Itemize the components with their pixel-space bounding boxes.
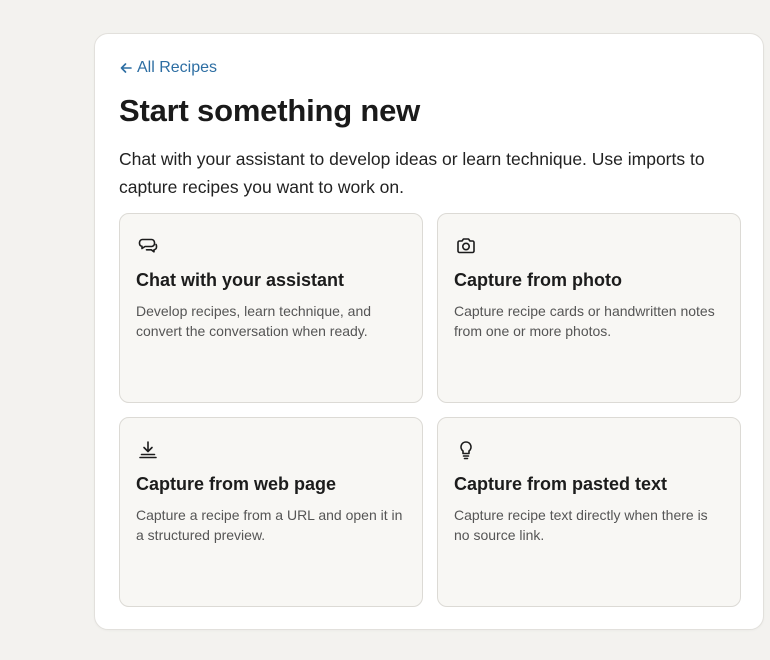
option-title: Capture from web page xyxy=(136,474,337,494)
page-title: Start something new xyxy=(119,93,421,128)
back-link-label: All Recipes xyxy=(137,59,218,76)
chat-bubbles-icon xyxy=(136,234,160,258)
option-title: Chat with your assistant xyxy=(136,270,345,290)
option-card-chat[interactable]: Chat with your assistant Develop recipes… xyxy=(119,213,423,403)
download-icon xyxy=(136,438,160,462)
option-title: Capture from pasted text xyxy=(454,474,668,494)
option-card-web-page[interactable]: Capture from web page Capture a recipe f… xyxy=(119,417,423,607)
option-card-photo[interactable]: Capture from photo Capture recipe cards … xyxy=(437,213,741,403)
page-intro: Chat with your assistant to develop idea… xyxy=(119,149,705,197)
option-description: Develop recipes, learn technique, and co… xyxy=(136,303,372,339)
options-grid: Chat with your assistant Develop recipes… xyxy=(119,213,741,607)
lightbulb-icon xyxy=(454,438,478,462)
camera-icon xyxy=(454,234,478,258)
option-description: Capture recipe text directly when there … xyxy=(454,507,708,543)
new-recipe-panel: All Recipes Start something new Chat wit… xyxy=(94,33,764,630)
option-description: Capture a recipe from a URL and open it … xyxy=(136,507,403,543)
option-card-pasted-text[interactable]: Capture from pasted text Capture recipe … xyxy=(437,417,741,607)
arrow-left-icon xyxy=(119,61,133,75)
all-recipes-back-link[interactable]: All Recipes xyxy=(119,59,217,77)
option-description: Capture recipe cards or handwritten note… xyxy=(454,303,715,339)
option-title: Capture from photo xyxy=(454,270,622,290)
